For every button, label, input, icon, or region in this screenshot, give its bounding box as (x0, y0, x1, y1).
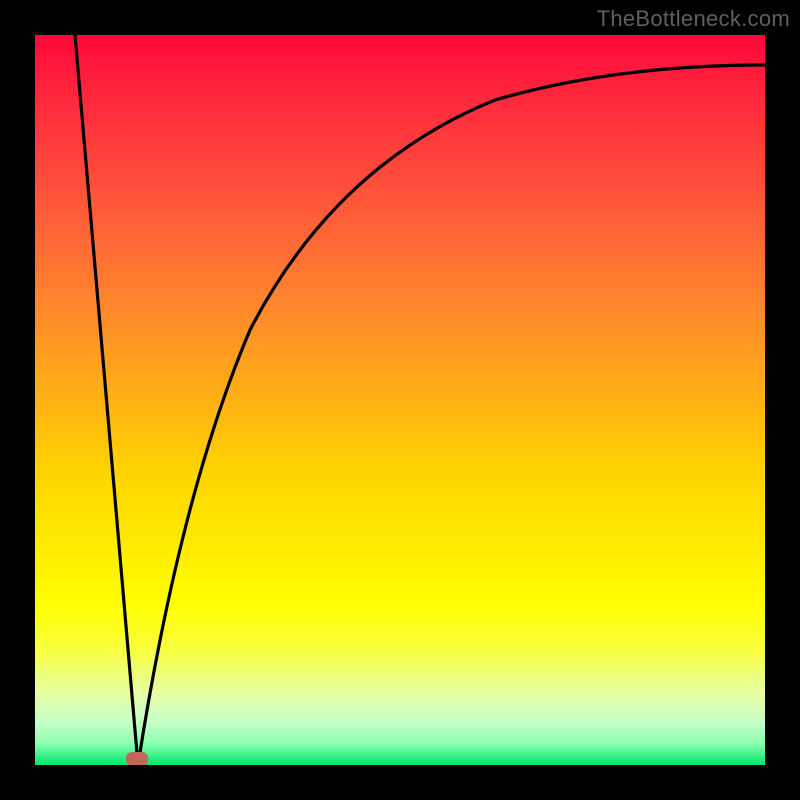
valley-marker (126, 752, 148, 765)
watermark-text: TheBottleneck.com (597, 6, 790, 32)
chart-frame: TheBottleneck.com (0, 0, 800, 800)
plot-area (35, 35, 765, 765)
curve-layer (35, 35, 765, 765)
curve-right-branch (138, 65, 765, 765)
curve-left-branch (75, 35, 138, 765)
